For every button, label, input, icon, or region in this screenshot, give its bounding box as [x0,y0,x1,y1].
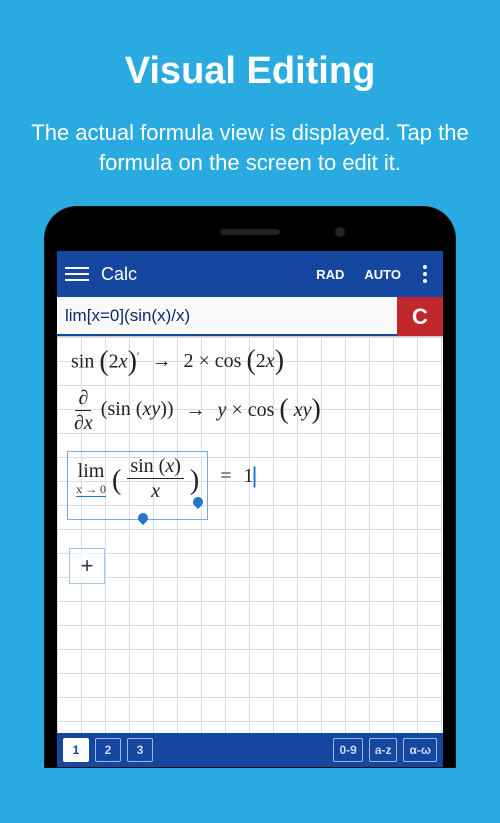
precision-mode-button[interactable]: AUTO [358,263,407,286]
clear-button[interactable]: C [397,297,443,336]
page-tab-3[interactable]: 3 [127,738,153,762]
text-cursor [254,467,255,487]
limit-argument[interactable]: sin (x) x [127,456,184,501]
formula-row-active[interactable]: lim x → 0 ( sin (x) x ) = 1 [63,443,437,530]
formula-result: y × cos ( xy) [218,399,321,422]
keyboard-mode-tab[interactable]: a-z [369,738,398,762]
arrow-icon: → [186,399,206,422]
formula-result: 2 × cos (2x) [184,350,285,373]
formula-row[interactable]: ∂∂x (sin (xy)) → y × cos ( xy) [63,384,437,443]
input-row: C [57,297,443,337]
page-tab-1[interactable]: 1 [63,738,89,762]
formula-expression[interactable]: sin (2x)′ [71,349,140,374]
keyboard-mode-tab[interactable]: 0-9 [333,738,362,762]
phone-frame: Calc RAD AUTO C sin (2x)′ → 2 × cos (2x)… [45,207,455,767]
phone-camera [335,227,345,237]
formula-input[interactable] [57,297,397,336]
arrow-icon: → [152,350,172,373]
menu-icon[interactable] [65,267,89,281]
limit-operator[interactable]: lim x → 0 [76,461,106,497]
hero-title: Visual Editing [125,50,376,93]
workspace[interactable]: sin (2x)′ → 2 × cos (2x) ∂∂x (sin (xy)) … [57,337,443,733]
bottom-bar: 123 0-9 a-zα-ω [57,733,443,767]
overflow-menu-icon[interactable] [415,265,435,283]
app-bar: Calc RAD AUTO [57,251,443,297]
formula-expression[interactable]: ∂∂x (sin (xy)) [71,388,174,433]
add-row-button[interactable]: + [69,548,105,584]
keyboard-mode-tab[interactable]: α-ω [403,738,437,762]
formula-row[interactable]: sin (2x)′ → 2 × cos (2x) [63,345,437,384]
cursor-handle-icon[interactable] [191,495,205,509]
app-screen: Calc RAD AUTO C sin (2x)′ → 2 × cos (2x)… [57,251,443,767]
hero-subtitle: The actual formula view is displayed. Ta… [0,118,500,177]
angle-mode-button[interactable]: RAD [310,263,350,286]
cursor-handle-icon[interactable] [136,511,150,525]
equals-sign: = [220,465,231,488]
formula-result: 1 [244,465,255,488]
app-title: Calc [101,264,137,285]
page-tab-2[interactable]: 2 [95,738,121,762]
phone-speaker [220,229,280,235]
active-expression-box[interactable]: lim x → 0 ( sin (x) x ) [67,451,208,520]
